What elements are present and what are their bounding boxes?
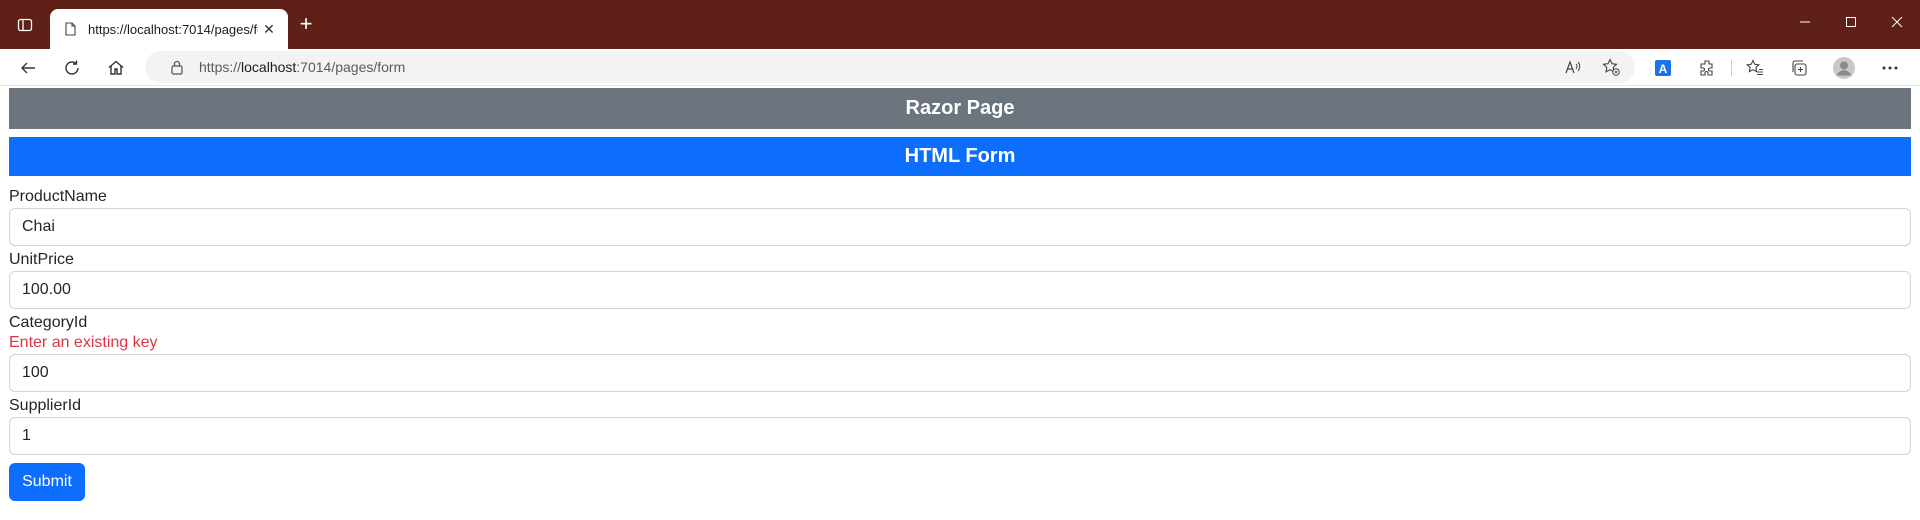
supplier-id-label: SupplierId (9, 397, 82, 414)
supplier-id-input[interactable]: 1 (9, 417, 1911, 455)
close-tab-icon[interactable]: ✕ (258, 18, 280, 40)
toolbar-divider (1731, 60, 1732, 76)
unit-price-input[interactable]: 100.00 (9, 271, 1911, 309)
address-bar[interactable]: https://localhost:7014/pages/form (145, 51, 1635, 83)
translator-extension-icon[interactable]: A (1647, 52, 1679, 84)
tab-title: https://localhost:7014/pages/form (88, 21, 258, 37)
category-id-label: CategoryId (9, 314, 88, 331)
lock-icon[interactable] (159, 59, 195, 75)
collections-icon[interactable] (1783, 52, 1815, 84)
refresh-icon[interactable] (56, 52, 88, 84)
minimize-icon[interactable] (1782, 0, 1828, 44)
more-menu-icon[interactable] (1874, 52, 1906, 84)
home-icon[interactable] (100, 52, 132, 84)
new-tab-icon[interactable]: + (294, 11, 318, 36)
read-aloud-icon[interactable] (1559, 53, 1587, 81)
submit-button[interactable]: Submit (9, 463, 85, 501)
tab-actions-icon[interactable] (10, 12, 40, 38)
product-name-input[interactable]: Chai (9, 208, 1911, 246)
category-id-input[interactable]: 100 (9, 354, 1911, 392)
back-icon[interactable] (12, 52, 44, 84)
page-icon (62, 21, 78, 37)
html-form-banner: HTML Form (9, 137, 1911, 176)
add-favorite-icon[interactable] (1597, 53, 1625, 81)
product-name-label: ProductName (9, 188, 107, 205)
extensions-icon[interactable] (1691, 52, 1723, 84)
unit-price-label: UnitPrice (9, 251, 74, 268)
svg-text:A: A (1659, 62, 1668, 76)
maximize-icon[interactable] (1828, 0, 1874, 44)
profile-avatar-icon[interactable] (1828, 52, 1860, 84)
favorites-icon[interactable] (1739, 52, 1771, 84)
browser-tab[interactable]: https://localhost:7014/pages/form ✕ (50, 9, 288, 49)
close-window-icon[interactable] (1874, 0, 1920, 44)
browser-titlebar: https://localhost:7014/pages/form ✕ + (0, 0, 1920, 49)
browser-toolbar: https://localhost:7014/pages/form A (0, 49, 1920, 86)
category-id-error: Enter an existing key (9, 334, 158, 351)
razor-page-banner: Razor Page (9, 88, 1911, 129)
url-text[interactable]: https://localhost:7014/pages/form (199, 59, 405, 75)
page-content: Razor Page HTML Form ProductName Chai Un… (0, 87, 1920, 501)
product-form: ProductName Chai UnitPrice 100.00 Catego… (0, 176, 1920, 501)
